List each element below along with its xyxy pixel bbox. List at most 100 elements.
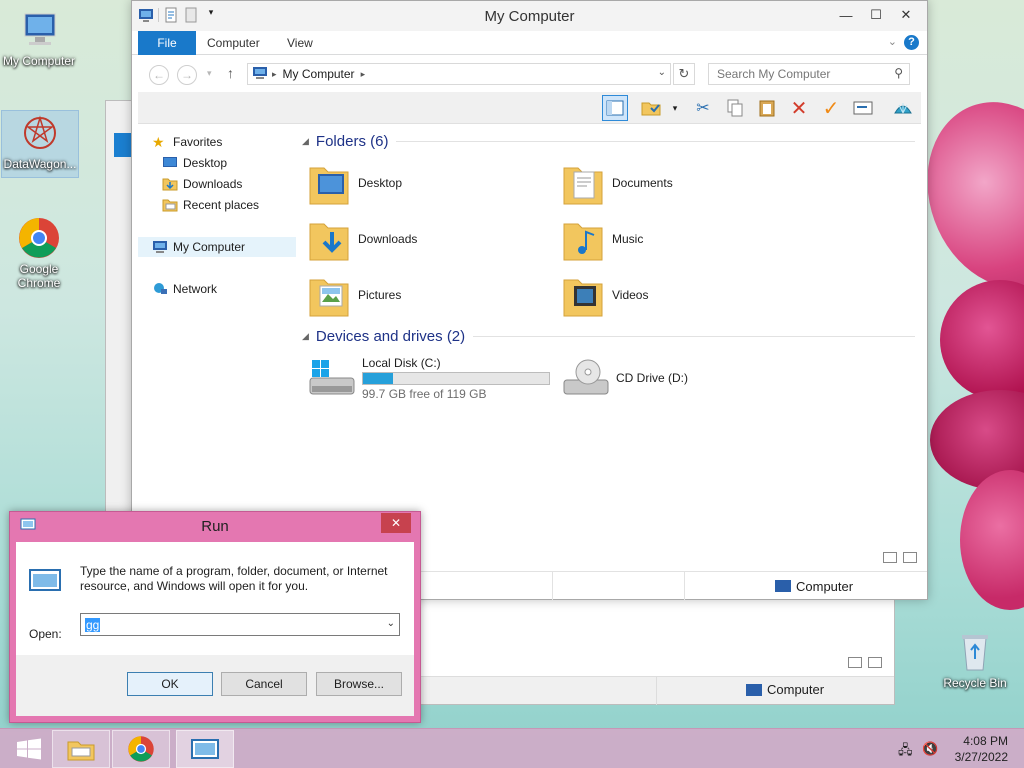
details-view-icon[interactable]: [883, 552, 897, 563]
desktop-icon-recycle-bin[interactable]: Recycle Bin: [936, 630, 1014, 690]
options-dropdown-icon[interactable]: ▾: [662, 95, 688, 121]
folders-group-header[interactable]: ◢ Folders (6): [302, 130, 915, 152]
breadcrumb-separator-icon[interactable]: ▸: [272, 69, 277, 80]
cancel-button[interactable]: Cancel: [221, 672, 307, 696]
chrome-icon: [17, 216, 61, 260]
folder-options-icon[interactable]: [638, 95, 664, 121]
search-icon[interactable]: ⚲: [894, 66, 903, 80]
nav-label: Desktop: [183, 156, 228, 170]
nav-my-computer[interactable]: My Computer: [138, 237, 296, 257]
taskbar-file-explorer[interactable]: [52, 730, 110, 768]
breadcrumb-separator-icon[interactable]: ▸: [361, 69, 366, 80]
collapse-chevron-icon[interactable]: ◢: [302, 331, 309, 342]
tab-computer[interactable]: Computer: [194, 31, 273, 55]
run-dialog[interactable]: Run ✕ Type the name of a program, folder…: [9, 511, 421, 723]
title-bar[interactable]: ▾ My Computer — ☐ ✕: [132, 1, 927, 31]
expand-ribbon-icon[interactable]: ⌄: [888, 35, 897, 48]
background-status-computer: Computer: [746, 682, 824, 697]
clock[interactable]: 4:08 PM 3/27/2022: [955, 733, 1008, 765]
taskbar-chrome[interactable]: [112, 730, 170, 768]
drive-item-cd-drive-d[interactable]: CD Drive (D:): [562, 353, 688, 403]
desktop-icon-datawagon[interactable]: DataWagon...: [1, 110, 79, 178]
ok-button[interactable]: OK: [127, 672, 213, 696]
tab-view[interactable]: View: [274, 31, 326, 55]
cut-icon[interactable]: ✂: [690, 95, 716, 121]
nav-downloads[interactable]: Downloads: [138, 174, 296, 194]
up-button[interactable]: ↑: [227, 65, 234, 81]
preview-pane-icon[interactable]: [602, 95, 628, 121]
chevron-down-icon[interactable]: ⌄: [387, 618, 395, 629]
large-icons-view-icon[interactable]: [903, 552, 917, 563]
search-input[interactable]: Search My Computer ⚲: [708, 63, 910, 85]
folder-item-music[interactable]: Music: [562, 211, 812, 267]
nav-network[interactable]: Network: [138, 279, 296, 299]
large-icons-view-icon[interactable]: [868, 657, 882, 668]
minimize-button[interactable]: —: [831, 5, 861, 25]
open-input-value[interactable]: gg: [85, 618, 101, 632]
drive-label: Local Disk (C:): [362, 355, 441, 370]
back-button[interactable]: ←: [149, 65, 169, 85]
status-computer-label: Computer: [767, 682, 825, 697]
volume-muted-icon[interactable]: 🔇: [922, 741, 938, 757]
refresh-button[interactable]: ↻: [673, 63, 695, 85]
folder-label: Desktop: [358, 176, 403, 190]
computer-icon: [775, 580, 791, 592]
windows-logo-icon: [17, 738, 41, 760]
start-button[interactable]: [0, 730, 58, 768]
rename-icon[interactable]: ✓: [818, 95, 844, 121]
file-explorer-icon: [67, 741, 95, 761]
group-title: Devices and drives (2): [315, 327, 466, 345]
maximize-button[interactable]: ☐: [861, 5, 891, 25]
drives-group-header[interactable]: ◢ Devices and drives (2): [302, 325, 915, 347]
desktop-icon-google-chrome[interactable]: Google Chrome: [0, 216, 78, 290]
desktop-icon-my-computer[interactable]: My Computer: [0, 8, 78, 68]
content-area: ◢ Folders (6) Desktop Documents Download…: [302, 124, 921, 564]
breadcrumb[interactable]: My Computer: [283, 67, 355, 81]
drive-usage-fill: [363, 372, 393, 384]
taskbar-run[interactable]: [176, 730, 234, 768]
background-view-toggles[interactable]: [848, 657, 882, 668]
view-toggles[interactable]: [883, 552, 917, 563]
folder-label: Downloads: [358, 232, 418, 246]
address-dropdown-icon[interactable]: ⌄: [658, 67, 666, 78]
network-tray-icon[interactable]: 🖧: [898, 741, 913, 763]
nav-recent-places[interactable]: Recent places: [138, 195, 296, 215]
browse-button[interactable]: Browse...: [316, 672, 402, 696]
folder-item-downloads[interactable]: Downloads: [308, 211, 558, 267]
paste-icon[interactable]: [754, 95, 780, 121]
cd-drive-icon: [562, 356, 610, 400]
delete-icon[interactable]: ✕: [786, 95, 812, 121]
folder-item-documents[interactable]: Documents: [562, 155, 812, 211]
properties-window-icon[interactable]: [850, 95, 876, 121]
network-icon: [152, 282, 168, 296]
forward-button[interactable]: →: [177, 65, 197, 85]
desktop-icon-label: Google Chrome: [17, 262, 61, 290]
explorer-window[interactable]: ▾ My Computer — ☐ ✕ File Computer View ⌄…: [131, 0, 928, 600]
collapse-chevron-icon[interactable]: ◢: [302, 136, 309, 147]
recent-places-icon: [162, 198, 178, 212]
status-computer: Computer: [684, 572, 927, 600]
address-bar[interactable]: ▸ My Computer ▸ ⌄: [247, 63, 671, 85]
tab-file[interactable]: File: [138, 31, 196, 55]
open-input[interactable]: gg ⌄: [80, 613, 400, 636]
desktop-icon-label: DataWagon...: [3, 157, 77, 171]
folder-item-pictures[interactable]: Pictures: [308, 267, 558, 323]
details-view-icon[interactable]: [848, 657, 862, 668]
help-icon[interactable]: ?: [904, 35, 919, 50]
folder-item-desktop[interactable]: Desktop: [308, 155, 558, 211]
shell-icon[interactable]: [890, 95, 916, 121]
nav-desktop[interactable]: Desktop: [138, 153, 296, 173]
drive-free-space: 99.7 GB free of 119 GB: [362, 386, 487, 401]
dialog-title: Run: [201, 518, 229, 535]
ribbon-tabs: File Computer View ⌄ ?: [132, 31, 927, 55]
drive-item-local-disk-c[interactable]: Local Disk (C:) 99.7 GB free of 119 GB: [308, 353, 550, 403]
nav-label: Downloads: [183, 177, 243, 191]
recent-locations-icon[interactable]: ▾: [207, 68, 212, 79]
close-button[interactable]: ✕: [891, 5, 921, 25]
copy-icon[interactable]: [722, 95, 748, 121]
close-button[interactable]: ✕: [381, 513, 411, 533]
computer-icon: [152, 240, 168, 254]
folder-item-videos[interactable]: Videos: [562, 267, 812, 323]
desktop-icon-label: My Computer: [2, 54, 76, 68]
nav-favorites[interactable]: ★ Favorites: [138, 132, 296, 152]
